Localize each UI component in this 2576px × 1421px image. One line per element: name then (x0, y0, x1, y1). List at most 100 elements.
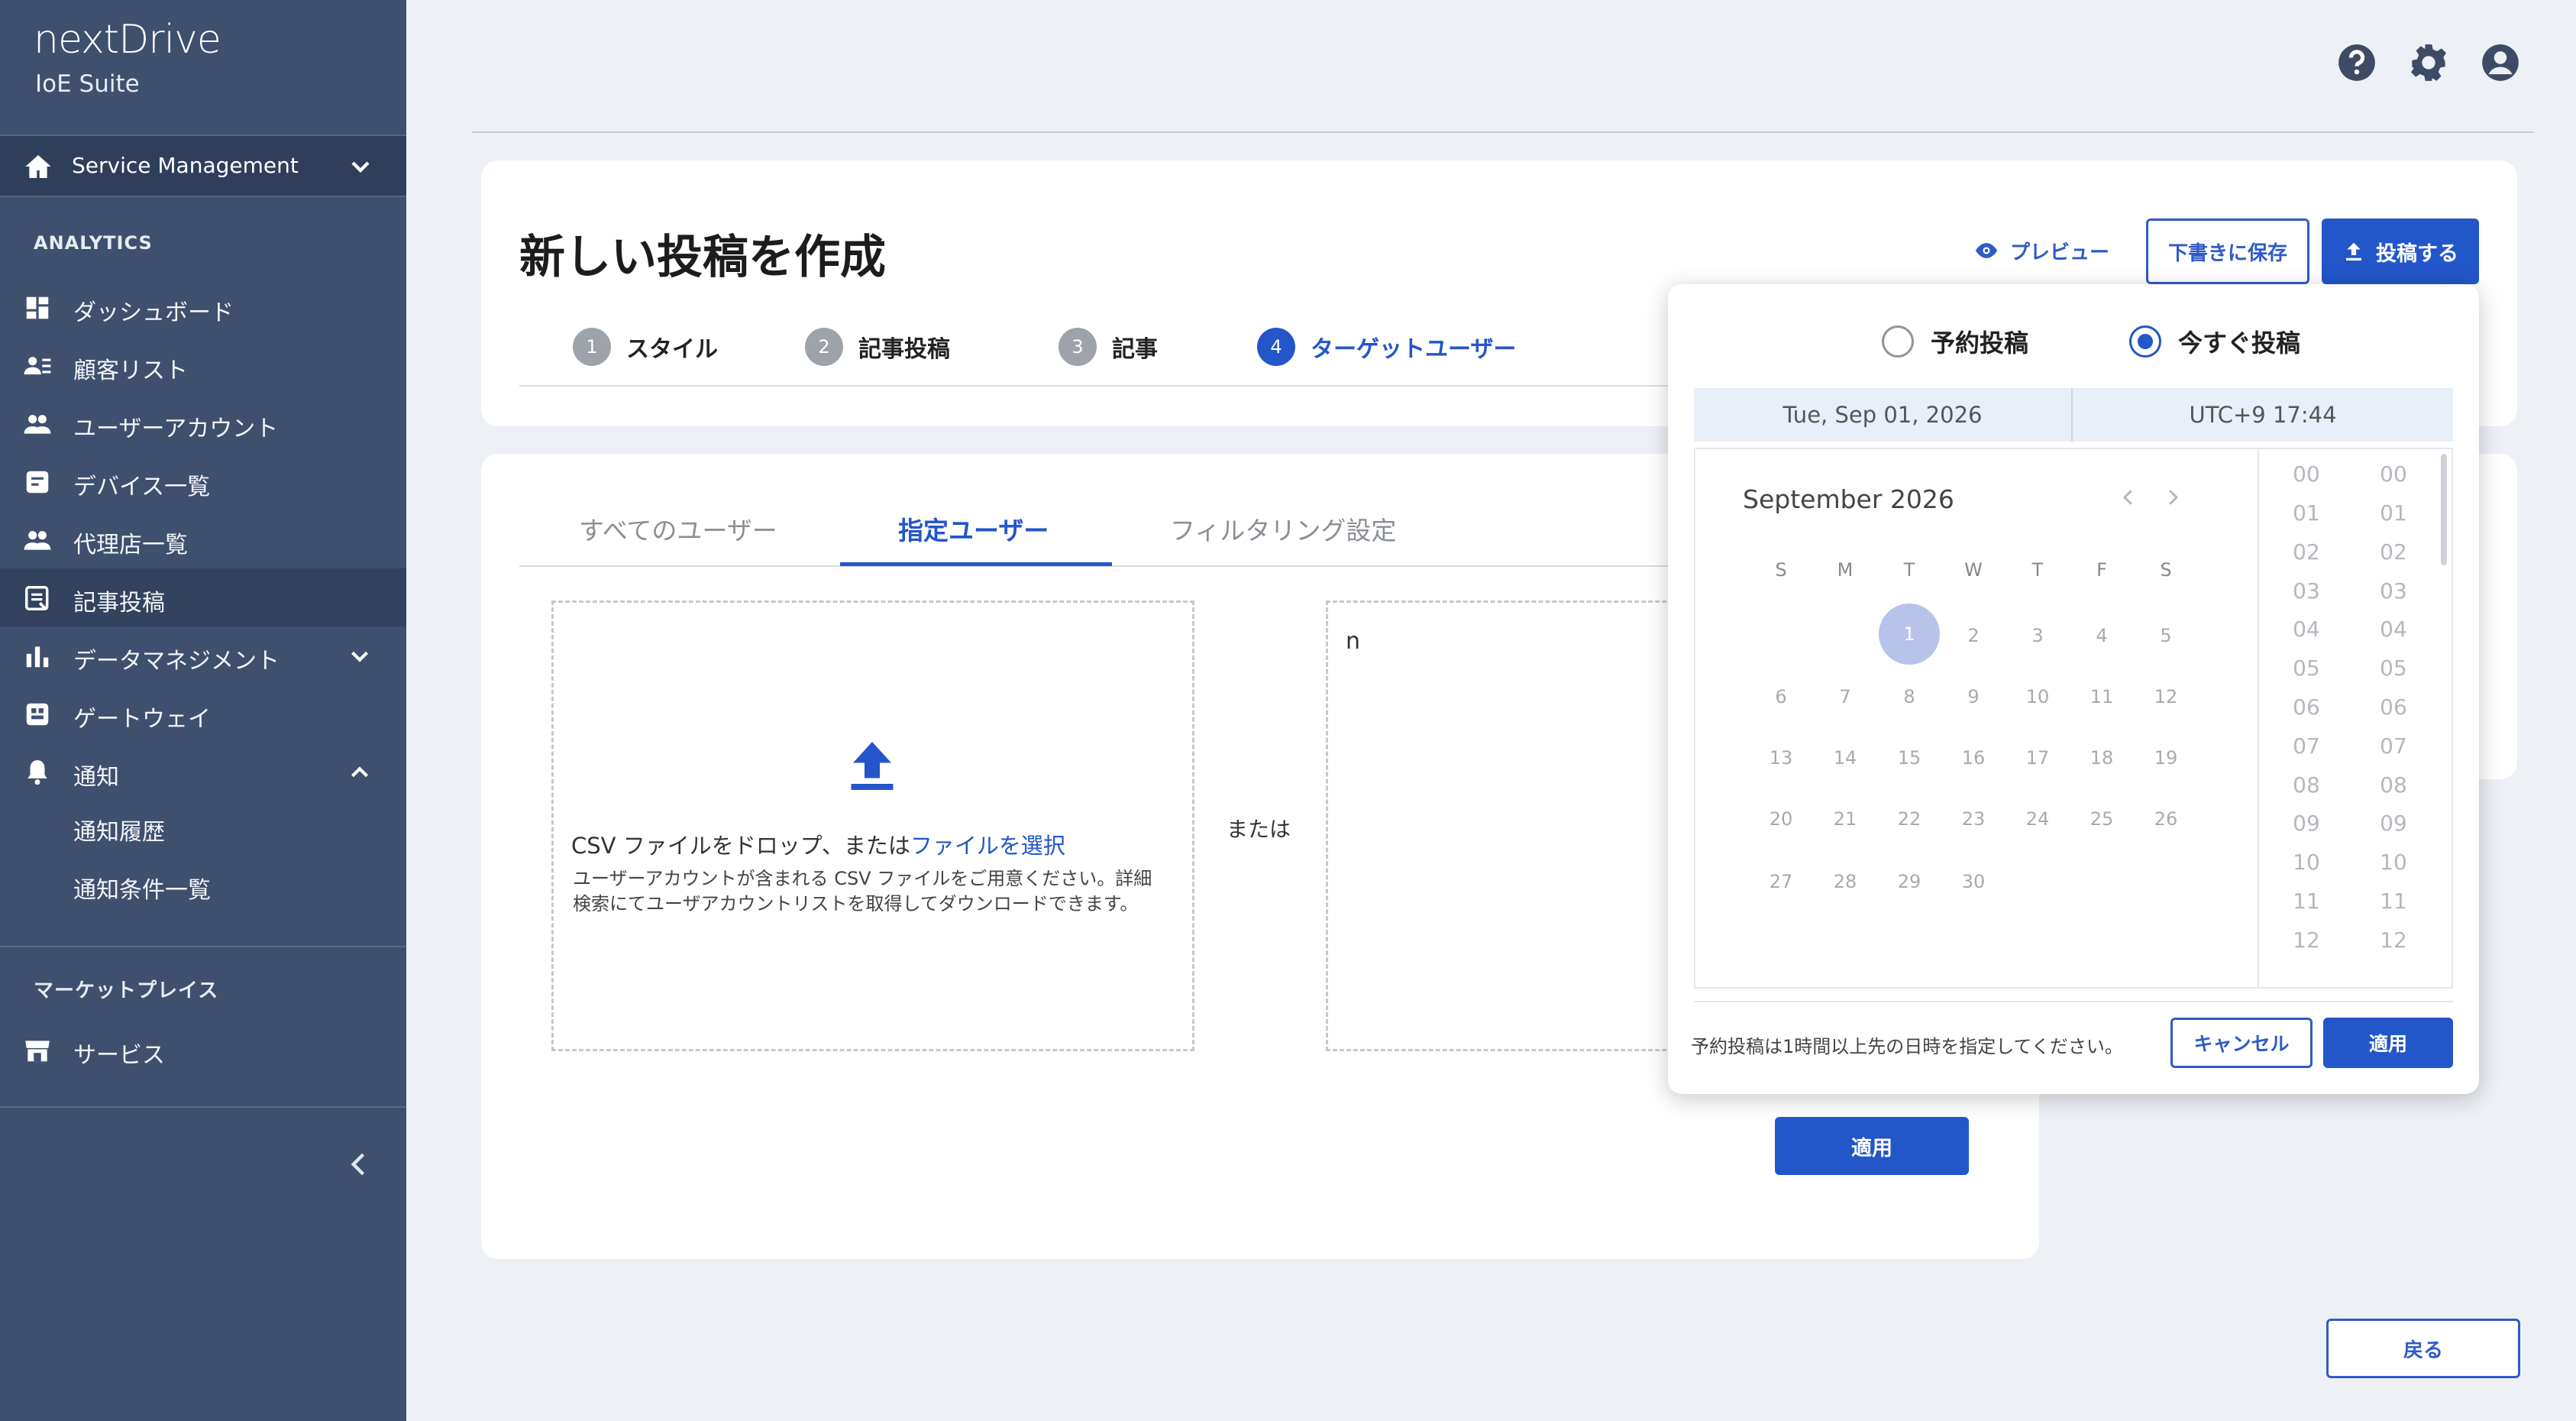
prev-month-icon[interactable] (2117, 486, 2140, 509)
selected-time[interactable]: UTC+9 17:44 (2073, 388, 2453, 442)
calendar-day[interactable]: 6 (1758, 681, 1804, 712)
minute-option[interactable]: 06 (2371, 694, 2416, 720)
sidebar-item-notifications[interactable]: 通知 (0, 743, 406, 801)
minute-option[interactable]: 10 (2371, 850, 2416, 875)
calendar-day[interactable]: 12 (2143, 681, 2189, 712)
user-id-textarea[interactable] (1326, 600, 1708, 1051)
hour-option[interactable]: 07 (2283, 733, 2329, 759)
calendar-day[interactable]: 14 (1822, 743, 1868, 773)
calendar-day[interactable]: 17 (2015, 743, 2060, 773)
minute-option[interactable]: 11 (2371, 889, 2416, 914)
minute-option[interactable]: 00 (2371, 461, 2416, 487)
agency-icon (24, 531, 51, 550)
hour-option[interactable]: 09 (2283, 811, 2329, 836)
minute-option[interactable]: 02 (2371, 539, 2416, 565)
calendar-day[interactable]: 18 (2079, 743, 2125, 773)
minute-option[interactable]: 03 (2371, 578, 2416, 604)
calendar-day[interactable]: 25 (2079, 804, 2125, 834)
hour-option[interactable]: 11 (2283, 889, 2329, 914)
step-style[interactable]: 1 スタイル (573, 327, 718, 367)
radio-scheduled-post[interactable]: 予約投稿 (1882, 324, 2028, 359)
hour-option[interactable]: 02 (2283, 539, 2329, 565)
marketplace-header: マーケットプレイス (34, 979, 219, 1002)
help-icon[interactable] (2337, 43, 2377, 83)
sidebar-item-customers[interactable]: 顧客リスト (0, 336, 406, 394)
calendar-day[interactable]: 10 (2015, 681, 2060, 712)
sidebar-item-devices[interactable]: デバイス一覧 (0, 452, 406, 510)
minute-option[interactable]: 05 (2371, 655, 2416, 681)
sidebar-item-dashboard[interactable]: ダッシュボード (0, 278, 406, 336)
service-selector[interactable]: Service Management (0, 134, 406, 197)
calendar-day[interactable]: 20 (1758, 804, 1804, 834)
sidebar-item-services[interactable]: サービス (0, 1021, 406, 1079)
save-draft-button[interactable]: 下書きに保存 (2146, 218, 2309, 284)
hour-option[interactable]: 10 (2283, 850, 2329, 875)
next-month-icon[interactable] (2161, 486, 2184, 509)
calendar-day[interactable]: 11 (2079, 681, 2125, 712)
calendar-day[interactable]: 9 (1951, 681, 1996, 712)
calendar-day[interactable]: 26 (2143, 804, 2189, 834)
calendar-day[interactable]: 5 (2143, 620, 2189, 651)
sidebar-subitem-notification-history[interactable]: 通知履歴 (73, 813, 165, 846)
hour-option[interactable]: 01 (2283, 500, 2329, 526)
calendar-day[interactable]: 2 (1951, 620, 1996, 651)
hour-option[interactable]: 03 (2283, 578, 2329, 604)
calendar-day[interactable]: 22 (1886, 804, 1932, 834)
calendar-day[interactable]: 19 (2143, 743, 2189, 773)
sidebar-subitem-notification-conditions[interactable]: 通知条件一覧 (73, 871, 211, 905)
hour-option[interactable]: 00 (2283, 461, 2329, 487)
calendar-day[interactable]: 15 (1886, 743, 1932, 773)
radio-post-now[interactable]: 今すぐ投稿 (2129, 324, 2300, 359)
minute-option[interactable]: 07 (2371, 733, 2416, 759)
hour-option[interactable]: 06 (2283, 694, 2329, 720)
preview-button[interactable]: プレビュー (1973, 235, 2109, 266)
select-file-link[interactable]: ファイルを選択 (910, 833, 1065, 859)
hour-option[interactable]: 12 (2283, 927, 2329, 953)
step-target-users[interactable]: 4 ターゲットユーザー (1257, 327, 1516, 367)
post-button[interactable]: 投稿する (2322, 218, 2479, 284)
time-scrollbar[interactable] (2441, 454, 2447, 565)
sidebar-item-label: 代理店一覧 (73, 532, 188, 558)
popover-apply-button[interactable]: 適用 (2323, 1018, 2453, 1068)
minute-option[interactable]: 12 (2371, 927, 2416, 953)
calendar-day[interactable]: 8 (1886, 681, 1932, 712)
step-article[interactable]: 3 記事 (1059, 327, 1158, 367)
cancel-button[interactable]: キャンセル (2170, 1018, 2313, 1068)
minute-option[interactable]: 01 (2371, 500, 2416, 526)
calendar-day[interactable]: 28 (1822, 866, 1868, 897)
selected-date[interactable]: Tue, Sep 01, 2026 (1694, 388, 2073, 442)
back-button[interactable]: 戻る (2326, 1319, 2520, 1378)
calendar-day[interactable]: 3 (2015, 620, 2060, 651)
hour-option[interactable]: 04 (2283, 617, 2329, 642)
csv-dropzone[interactable] (551, 600, 1194, 1051)
account-icon[interactable] (2481, 43, 2520, 83)
calendar-day[interactable]: 27 (1758, 866, 1804, 897)
sidebar-item-gateway[interactable]: ゲートウェイ (0, 685, 406, 743)
calendar-day[interactable]: 21 (1822, 804, 1868, 834)
calendar-day[interactable]: 24 (2015, 804, 2060, 834)
calendar-day[interactable]: 7 (1822, 681, 1868, 712)
sidebar-item-posts[interactable]: 記事投稿 (0, 568, 406, 626)
hour-option[interactable]: 08 (2283, 772, 2329, 798)
sidebar-item-user-accounts[interactable]: ユーザーアカウント (0, 394, 406, 452)
minute-option[interactable]: 09 (2371, 811, 2416, 836)
sidebar-item-agencies[interactable]: 代理店一覧 (0, 510, 406, 568)
calendar-day[interactable]: 23 (1951, 804, 1996, 834)
calendar-day[interactable]: 29 (1886, 866, 1932, 897)
calendar-day[interactable]: 13 (1758, 743, 1804, 773)
tab-all-users[interactable]: すべてのユーザー (579, 510, 777, 547)
collapse-sidebar-icon[interactable] (342, 1147, 376, 1181)
tab-specified-users[interactable]: 指定ユーザー (898, 510, 1049, 547)
calendar-day-selected[interactable]: 1 (1879, 604, 1940, 665)
calendar-day[interactable]: 16 (1951, 743, 1996, 773)
calendar-day[interactable]: 30 (1951, 866, 1996, 897)
tab-filter-settings[interactable]: フィルタリング設定 (1170, 510, 1396, 547)
apply-button[interactable]: 適用 (1775, 1117, 1969, 1175)
minute-option[interactable]: 04 (2371, 617, 2416, 642)
settings-gear-icon[interactable] (2409, 43, 2448, 83)
minute-option[interactable]: 08 (2371, 772, 2416, 798)
calendar-day[interactable]: 4 (2079, 620, 2125, 651)
step-article-post[interactable]: 2 記事投稿 (805, 327, 950, 367)
hour-option[interactable]: 05 (2283, 655, 2329, 681)
sidebar-item-data-management[interactable]: データマネジメント (0, 626, 406, 685)
